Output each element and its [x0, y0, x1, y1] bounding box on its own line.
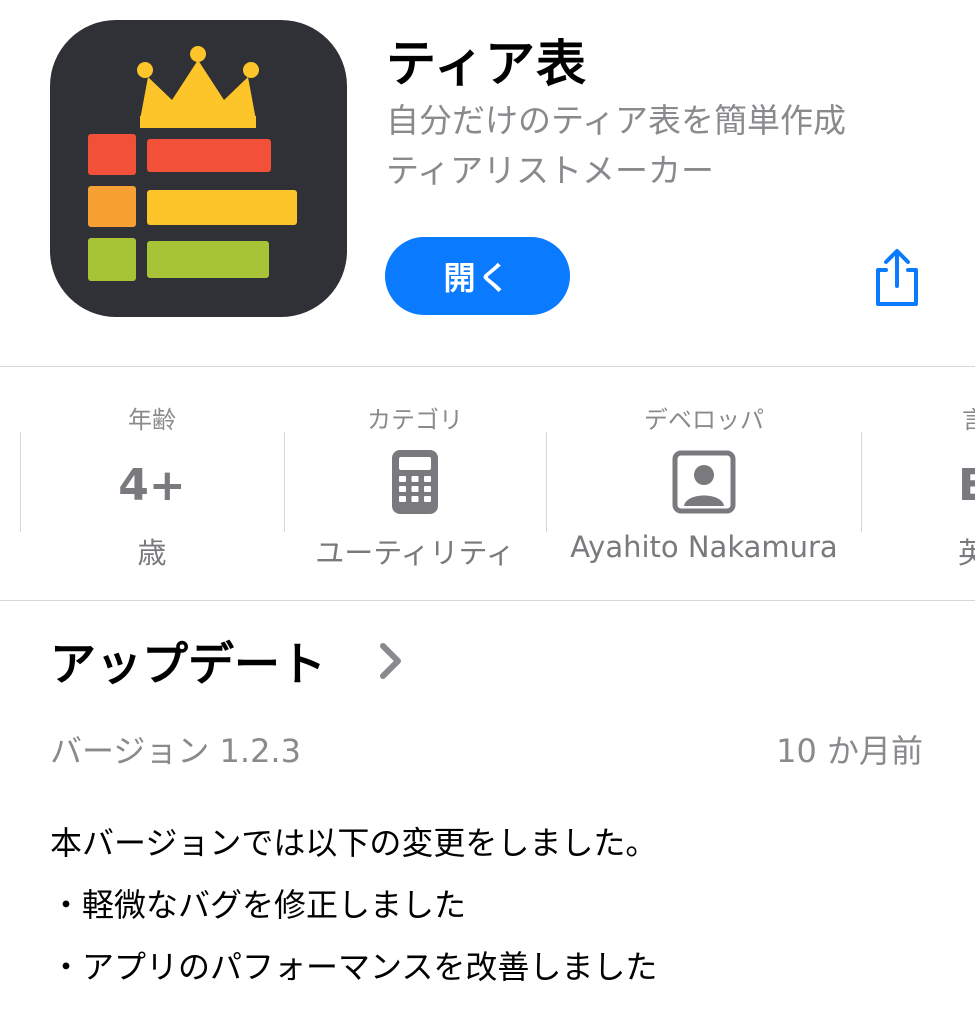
share-button[interactable] — [866, 246, 928, 310]
developer-sub: Ayahito Nakamura — [570, 530, 838, 564]
version-label: バージョン 1.2.3 — [50, 732, 301, 770]
language-value: E — [958, 460, 975, 511]
column-separator — [20, 432, 21, 532]
update-date: 10 か月前 — [776, 732, 923, 770]
app-subtitle-line1: 自分だけのティア表を簡単作成 — [386, 101, 847, 140]
column-separator — [546, 432, 547, 532]
release-note-line: ・アプリのパフォーマンスを改善しました — [50, 948, 658, 986]
language-sub: 英 — [958, 536, 975, 570]
age-label: 年齢 — [128, 406, 176, 434]
release-note-line: 本バージョンでは以下の変更をしました。 — [50, 824, 658, 862]
app-title: ティア表 — [386, 35, 587, 93]
updates-title[interactable]: アップデート — [50, 628, 326, 694]
share-icon — [876, 249, 918, 306]
divider — [0, 366, 975, 367]
info-language[interactable]: 言 E 英 — [940, 390, 975, 580]
info-developer[interactable]: デベロッパ Ayahito Nakamura — [548, 390, 860, 580]
tier-list-crown-icon — [88, 46, 297, 281]
developer-label: デベロッパ — [644, 406, 764, 434]
app-subtitle: 自分だけのティア表を簡単作成 ティアリストメーカー — [386, 96, 846, 196]
chevron-right-icon[interactable] — [378, 642, 404, 684]
age-value: 4+ — [118, 460, 186, 511]
category-label: カテゴリ — [367, 406, 463, 434]
app-icon — [50, 20, 347, 317]
open-button[interactable]: 開く — [385, 237, 570, 315]
release-note-line: ・軽微なバグを修正しました — [50, 886, 467, 924]
app-subtitle-line2: ティアリストメーカー — [386, 151, 715, 190]
calculator-icon — [392, 450, 438, 518]
release-notes: 本バージョンでは以下の変更をしました。 ・軽微なバグを修正しました ・アプリのパ… — [50, 812, 657, 998]
category-sub: ユーティリティ — [315, 536, 515, 570]
column-separator — [284, 432, 285, 532]
app-store-page: ティア表 自分だけのティア表を簡単作成 ティアリストメーカー 開く 年齢 4+ … — [0, 0, 975, 1024]
divider — [0, 600, 975, 601]
info-category[interactable]: カテゴリ ユーティリティ — [286, 390, 544, 580]
column-separator — [861, 432, 862, 532]
age-sub: 歳 — [137, 536, 167, 570]
info-age: 年齢 4+ 歳 — [22, 390, 282, 580]
person-icon — [672, 450, 736, 518]
language-label: 言 — [962, 406, 975, 434]
